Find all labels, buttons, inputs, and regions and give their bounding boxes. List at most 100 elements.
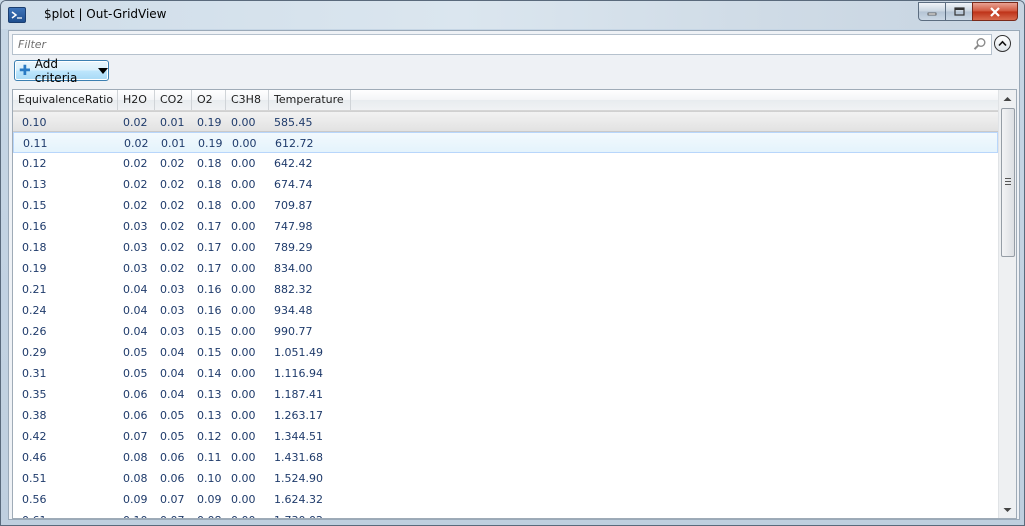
cell-c3h8: 0.00 xyxy=(231,493,256,506)
table-row[interactable]: 0.13 0.02 0.02 0.18 0.00 674.74 xyxy=(13,174,998,195)
cell-equivalenceratio: 0.24 xyxy=(22,304,47,317)
grip-icon xyxy=(1005,178,1011,185)
cell-equivalenceratio: 0.16 xyxy=(22,220,47,233)
cell-equivalenceratio: 0.19 xyxy=(22,262,47,275)
table-row[interactable]: 0.12 0.02 0.02 0.18 0.00 642.42 xyxy=(13,153,998,174)
cell-h2o: 0.08 xyxy=(123,472,148,485)
column-header-co2[interactable]: CO2 xyxy=(155,90,192,110)
table-row[interactable]: 0.10 0.02 0.01 0.19 0.00 585.45 xyxy=(13,111,998,132)
cell-c3h8: 0.00 xyxy=(231,472,256,485)
vertical-scrollbar[interactable] xyxy=(998,90,1016,518)
column-header-temperature[interactable]: Temperature xyxy=(269,90,351,110)
cell-temperature: 834.00 xyxy=(274,262,313,275)
table-row[interactable]: 0.18 0.03 0.02 0.17 0.00 789.29 xyxy=(13,237,998,258)
cell-co2: 0.04 xyxy=(160,388,185,401)
cell-temperature: 990.77 xyxy=(274,325,313,338)
close-icon xyxy=(990,6,1000,17)
scroll-down-button[interactable] xyxy=(999,501,1016,518)
cell-c3h8: 0.00 xyxy=(231,116,256,129)
cell-temperature: 1.344.51 xyxy=(274,430,323,443)
minimize-button[interactable] xyxy=(918,2,946,21)
cell-co2: 0.05 xyxy=(160,430,185,443)
table-row[interactable]: 0.51 0.08 0.06 0.10 0.00 1.524.90 xyxy=(13,468,998,489)
collapse-filter-button[interactable] xyxy=(994,35,1011,52)
cell-h2o: 0.03 xyxy=(123,241,148,254)
cell-o2: 0.14 xyxy=(197,367,222,380)
cell-co2: 0.06 xyxy=(160,472,185,485)
table-row[interactable]: 0.29 0.05 0.04 0.15 0.00 1.051.49 xyxy=(13,342,998,363)
cell-equivalenceratio: 0.13 xyxy=(22,178,47,191)
scroll-up-icon xyxy=(1003,96,1012,101)
cell-co2: 0.03 xyxy=(160,325,185,338)
table-row[interactable]: 0.26 0.04 0.03 0.15 0.00 990.77 xyxy=(13,321,998,342)
cell-equivalenceratio: 0.29 xyxy=(22,346,47,359)
table-row[interactable]: 0.42 0.07 0.05 0.12 0.00 1.344.51 xyxy=(13,426,998,447)
table-row[interactable]: 0.19 0.03 0.02 0.17 0.00 834.00 xyxy=(13,258,998,279)
table-row[interactable]: 0.56 0.09 0.07 0.09 0.00 1.624.32 xyxy=(13,489,998,510)
cell-o2: 0.12 xyxy=(197,430,222,443)
powershell-icon[interactable] xyxy=(8,7,26,23)
table-row[interactable]: 0.38 0.06 0.05 0.13 0.00 1.263.17 xyxy=(13,405,998,426)
filter-input[interactable] xyxy=(13,35,973,54)
cell-o2: 0.13 xyxy=(197,388,222,401)
title-bar[interactable]: $plot | Out-GridView xyxy=(1,1,1024,29)
table-row[interactable]: 0.24 0.04 0.03 0.16 0.00 934.48 xyxy=(13,300,998,321)
column-header-equivalenceratio[interactable]: EquivalenceRatio xyxy=(13,90,118,110)
cell-temperature: 709.87 xyxy=(274,199,313,212)
scroll-down-icon xyxy=(1003,507,1012,512)
caption-buttons xyxy=(918,2,1018,22)
cell-c3h8: 0.00 xyxy=(226,510,256,518)
maximize-icon xyxy=(953,7,965,16)
cell-o2: 0.18 xyxy=(197,199,222,212)
table-row[interactable]: 0.46 0.08 0.06 0.11 0.00 1.431.68 xyxy=(13,447,998,468)
cell-h2o: 0.06 xyxy=(123,409,148,422)
cell-co2: 0.01 xyxy=(160,116,185,129)
cell-h2o: 0.03 xyxy=(123,220,148,233)
column-header-o2[interactable]: O2 xyxy=(192,90,226,110)
cell-h2o: 0.04 xyxy=(123,283,148,296)
cell-temperature: 585.45 xyxy=(274,116,313,129)
cell-o2: 0.13 xyxy=(197,409,222,422)
cell-co2: 0.03 xyxy=(160,304,185,317)
cell-h2o: 0.04 xyxy=(123,325,148,338)
cell-o2: 0.09 xyxy=(197,493,222,506)
search-icon[interactable] xyxy=(973,37,987,51)
cell-temperature: 1.116.94 xyxy=(274,367,323,380)
cell-o2: 0.15 xyxy=(197,346,222,359)
close-button[interactable] xyxy=(972,2,1018,21)
table-row[interactable]: 0.61 0.10 0.07 0.08 0.00 1.730.02 xyxy=(13,510,998,518)
table-row[interactable]: 0.16 0.03 0.02 0.17 0.00 747.98 xyxy=(13,216,998,237)
table-row[interactable]: 0.35 0.06 0.04 0.13 0.00 1.187.41 xyxy=(13,384,998,405)
scroll-thumb[interactable] xyxy=(1001,108,1015,257)
cell-co2: 0.02 xyxy=(160,262,185,275)
data-grid: EquivalenceRatio H2O CO2 O2 C3H8 Tempera… xyxy=(12,89,1017,519)
table-row[interactable]: 0.31 0.05 0.04 0.14 0.00 1.116.94 xyxy=(13,363,998,384)
scroll-up-button[interactable] xyxy=(999,90,1016,107)
add-criteria-button[interactable]: ✚ Add criteria xyxy=(14,57,109,85)
cell-temperature: 1.187.41 xyxy=(274,388,323,401)
cell-co2: 0.04 xyxy=(160,346,185,359)
cell-temperature: 1.051.49 xyxy=(274,346,323,359)
maximize-button[interactable] xyxy=(945,2,973,21)
cell-equivalenceratio: 0.56 xyxy=(22,493,47,506)
table-row[interactable]: 0.21 0.04 0.03 0.16 0.00 882.32 xyxy=(13,279,998,300)
cell-equivalenceratio: 0.21 xyxy=(22,283,47,296)
column-header-c3h8[interactable]: C3H8 xyxy=(226,90,269,110)
cell-equivalenceratio: 0.18 xyxy=(22,241,47,254)
cell-c3h8: 0.00 xyxy=(231,409,256,422)
cell-equivalenceratio: 0.46 xyxy=(22,451,47,464)
column-header-h2o[interactable]: H2O xyxy=(118,90,155,110)
cell-co2: 0.07 xyxy=(155,510,185,518)
cell-o2: 0.17 xyxy=(197,220,222,233)
table-row[interactable]: 0.15 0.02 0.02 0.18 0.00 709.87 xyxy=(13,195,998,216)
cell-equivalenceratio: 0.15 xyxy=(22,199,47,212)
cell-co2: 0.01 xyxy=(161,137,186,150)
cell-temperature: 934.48 xyxy=(274,304,313,317)
cell-temperature: 1.730.02 xyxy=(269,510,323,518)
cell-o2: 0.10 xyxy=(197,472,222,485)
cell-c3h8: 0.00 xyxy=(231,430,256,443)
cell-temperature: 642.42 xyxy=(274,157,313,170)
cell-temperature: 1.624.32 xyxy=(274,493,323,506)
cell-equivalenceratio: 0.12 xyxy=(22,157,47,170)
table-row[interactable]: 0.11 0.02 0.01 0.19 0.00 612.72 xyxy=(13,132,998,153)
